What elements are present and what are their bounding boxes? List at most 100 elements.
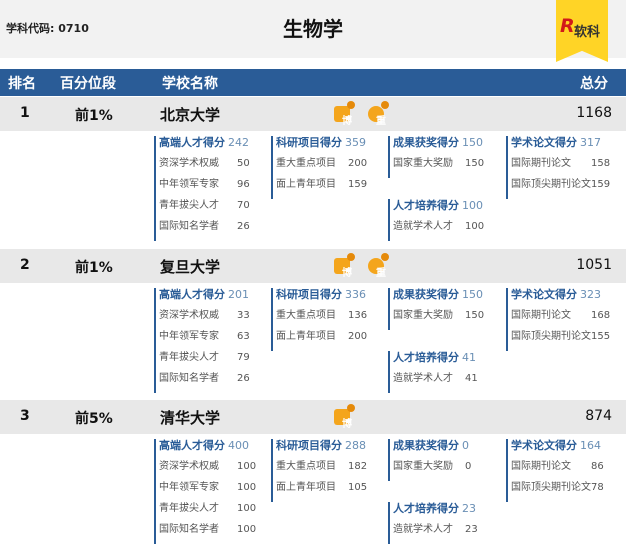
papers-label: 学术论文得分 xyxy=(511,439,577,452)
research-heading[interactable]: 科研项目得分 336 xyxy=(276,288,366,309)
school-name[interactable]: 复旦大学 xyxy=(160,256,220,277)
indicator-value: 86 xyxy=(591,461,604,472)
key-discipline-badge-icon[interactable]: 重 xyxy=(368,253,389,279)
col-school: 学校名称 xyxy=(162,76,218,92)
training-heading[interactable]: 人才培养得分 100 xyxy=(393,199,483,220)
badge-label: 重 xyxy=(376,116,386,127)
training-score: 23 xyxy=(462,502,476,515)
indicator-label: 重大重点项目 xyxy=(276,158,336,169)
talent-group: 高端人才得分 242 资深学术权威 50 中年领军专家 96 青年拔尖人才 70 国际知名学者 2… xyxy=(154,136,250,241)
school-row[interactable]: 2 前1% 复旦大学博 重 1051 xyxy=(0,249,626,283)
papers-score: 164 xyxy=(580,439,601,452)
school-row[interactable]: 1 前1% 北京大学博 重 1168 xyxy=(0,97,626,131)
page-title: 生物学 xyxy=(283,17,343,41)
award-score: 150 xyxy=(462,288,483,301)
indicator-item: 国际期刊论文 158 xyxy=(511,157,610,178)
training-score: 100 xyxy=(462,199,483,212)
indicator-label: 重大重点项目 xyxy=(276,461,336,472)
research-score: 336 xyxy=(345,288,366,301)
total-score: 874 xyxy=(585,408,612,424)
research-label: 科研项目得分 xyxy=(276,136,342,149)
indicator-value: 96 xyxy=(237,179,250,190)
indicator-label: 国际顶尖期刊论文 xyxy=(511,482,591,493)
award-group: 成果获奖得分 150 国家重大奖励 150 xyxy=(388,288,484,330)
indicator-label: 国家重大奖励 xyxy=(393,461,453,472)
school-name[interactable]: 北京大学 xyxy=(160,104,220,125)
papers-group: 学术论文得分 317 国际期刊论文 158 国际顶尖期刊论文 159 xyxy=(506,136,610,199)
badge-label: 博 xyxy=(342,268,352,279)
indicator-item: 国际顶尖期刊论文 155 xyxy=(511,330,610,351)
rank-cell: 3 xyxy=(20,408,30,424)
award-group: 成果获奖得分 0 国家重大奖励 0 xyxy=(388,439,471,481)
indicator-item: 青年拔尖人才 70 xyxy=(159,199,250,220)
talent-heading[interactable]: 高端人才得分 242 xyxy=(159,136,249,157)
doctoral-badge-icon[interactable]: 博 xyxy=(334,101,355,127)
training-heading[interactable]: 人才培养得分 41 xyxy=(393,351,476,372)
indicator-value: 200 xyxy=(348,331,368,342)
indicator-label: 资深学术权威 xyxy=(159,310,219,321)
school-name[interactable]: 清华大学 xyxy=(160,407,220,428)
talent-label: 高端人才得分 xyxy=(159,288,225,301)
badge-dot-icon xyxy=(347,101,355,109)
papers-group: 学术论文得分 323 国际期刊论文 168 国际顶尖期刊论文 155 xyxy=(506,288,610,351)
doctoral-badge-icon[interactable]: 博 xyxy=(334,253,355,279)
indicator-label: 青年拔尖人才 xyxy=(159,200,219,211)
indicator-label: 资深学术权威 xyxy=(159,461,219,472)
talent-heading[interactable]: 高端人才得分 201 xyxy=(159,288,249,309)
indicator-value: 168 xyxy=(591,310,611,321)
indicator-label: 造就学术人才 xyxy=(393,524,453,535)
indicator-item: 造就学术人才 100 xyxy=(393,220,484,241)
percentile-cell: 前1% xyxy=(75,108,113,124)
doctoral-badge-icon[interactable]: 博 xyxy=(334,404,355,430)
indicator-label: 造就学术人才 xyxy=(393,221,453,232)
award-heading[interactable]: 成果获奖得分 150 xyxy=(393,136,483,157)
indicator-value: 105 xyxy=(348,482,368,493)
indicator-item: 青年拔尖人才 100 xyxy=(159,502,256,523)
indicator-item: 国际知名学者 26 xyxy=(159,372,250,393)
research-score: 359 xyxy=(345,136,366,149)
research-score: 288 xyxy=(345,439,366,452)
indicator-item: 青年拔尖人才 79 xyxy=(159,351,250,372)
indicator-value: 26 xyxy=(237,221,250,232)
award-score: 0 xyxy=(462,439,469,452)
indicator-item: 国际期刊论文 168 xyxy=(511,309,610,330)
total-score: 1051 xyxy=(576,257,612,273)
award-label: 成果获奖得分 xyxy=(393,439,459,452)
indicator-label: 中年领军专家 xyxy=(159,482,219,493)
award-heading[interactable]: 成果获奖得分 0 xyxy=(393,439,469,460)
school-row[interactable]: 3 前5% 清华大学博 874 xyxy=(0,400,626,434)
indicator-value: 63 xyxy=(237,331,250,342)
indicator-item: 国家重大奖励 0 xyxy=(393,460,471,481)
research-group: 科研项目得分 336 重大重点项目 136 面上青年项目 200 xyxy=(271,288,368,351)
papers-heading[interactable]: 学术论文得分 317 xyxy=(511,136,601,157)
talent-label: 高端人才得分 xyxy=(159,136,225,149)
training-heading[interactable]: 人才培养得分 23 xyxy=(393,502,476,523)
indicator-label: 面上青年项目 xyxy=(276,331,336,342)
indicator-item: 中年领军专家 63 xyxy=(159,330,250,351)
research-heading[interactable]: 科研项目得分 288 xyxy=(276,439,366,460)
indicator-label: 重大重点项目 xyxy=(276,310,336,321)
indicator-value: 136 xyxy=(348,310,368,321)
indicator-label: 面上青年项目 xyxy=(276,482,336,493)
key-discipline-badge-icon[interactable]: 重 xyxy=(368,101,389,127)
award-heading[interactable]: 成果获奖得分 150 xyxy=(393,288,483,309)
indicator-label: 国际知名学者 xyxy=(159,221,219,232)
indicator-item: 面上青年项目 105 xyxy=(276,481,368,502)
indicator-value: 159 xyxy=(348,179,368,190)
research-label: 科研项目得分 xyxy=(276,288,342,301)
talent-heading[interactable]: 高端人才得分 400 xyxy=(159,439,249,460)
training-label: 人才培养得分 xyxy=(393,351,459,364)
indicator-value: 78 xyxy=(591,482,604,493)
research-heading[interactable]: 科研项目得分 359 xyxy=(276,136,366,157)
indicator-item: 造就学术人才 23 xyxy=(393,523,478,544)
brand-text: 软科 xyxy=(574,25,601,40)
indicator-value: 150 xyxy=(465,158,485,169)
indicator-label: 国际期刊论文 xyxy=(511,461,571,472)
indicator-item: 国家重大奖励 150 xyxy=(393,309,484,330)
indicator-label: 中年领军专家 xyxy=(159,179,219,190)
papers-heading[interactable]: 学术论文得分 323 xyxy=(511,288,601,309)
papers-heading[interactable]: 学术论文得分 164 xyxy=(511,439,601,460)
indicator-item: 中年领军专家 100 xyxy=(159,481,256,502)
rank-cell: 2 xyxy=(20,257,30,273)
indicator-value: 200 xyxy=(348,158,368,169)
